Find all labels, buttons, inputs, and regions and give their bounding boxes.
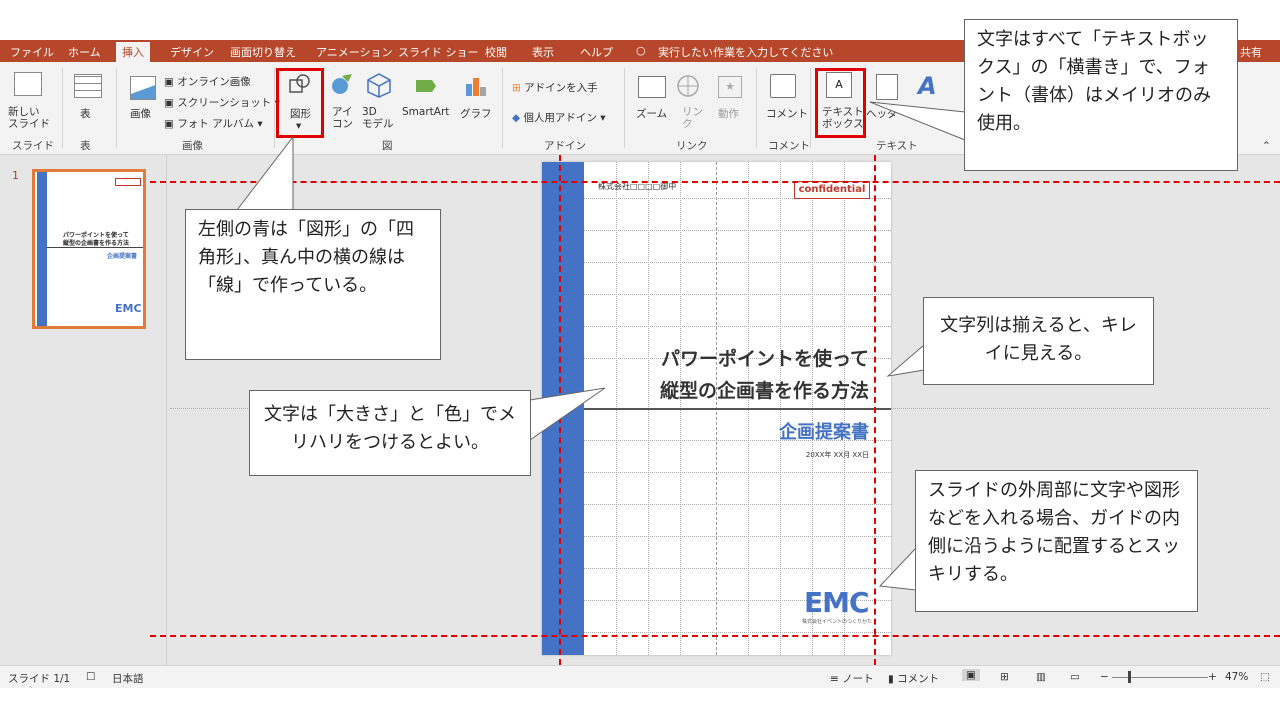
zoom-in-button[interactable]: + (1208, 671, 1217, 683)
spellcheck-icon[interactable]: ☐ (86, 671, 95, 683)
language-indicator[interactable]: 日本語 (112, 671, 144, 686)
slideshow-icon[interactable]: ▭ (1070, 671, 1080, 683)
callout-emphasis-rule: 文字は「大きさ」と「色」でメリハリをつけるとよい。 (249, 390, 531, 476)
normal-view-icon[interactable]: ▣ (962, 669, 980, 681)
zoom-slider-track[interactable] (1112, 677, 1208, 678)
notes-label: ノート (842, 673, 874, 685)
callout-shapes-rule: 左側の青は「図形」の「四角形」、真ん中の横の線は「線」で作っている。 (185, 209, 441, 360)
zoom-out-button[interactable]: − (1100, 671, 1109, 683)
comments-label: コメント (897, 673, 940, 685)
slide-sorter-icon[interactable]: ⊞ (1000, 671, 1009, 683)
notes-button[interactable]: ≡ ノート (830, 671, 874, 686)
slide-count: スライド 1/1 (8, 673, 71, 685)
zoom-slider-thumb[interactable] (1128, 671, 1131, 683)
zoom-level[interactable]: 47% (1225, 671, 1248, 683)
callout-guide-rule: スライドの外周部に文字や図形などを入れる場合、ガイドの内側に沿うように配置すると… (915, 470, 1198, 612)
reading-view-icon[interactable]: ▥ (1036, 671, 1046, 683)
callout-textbox-rule: 文字はすべて「テキストボックス」の「横書き」で、フォント（書体）はメイリオのみ使… (964, 19, 1238, 171)
fit-to-window-icon[interactable]: ⬚ (1260, 671, 1270, 683)
comments-button[interactable]: ▮ コメント (888, 671, 939, 686)
status-bar: スライド 1/1 ☐ 日本語 ≡ ノート ▮ コメント ▣ ⊞ ▥ ▭ − + … (0, 665, 1280, 688)
callout-align-rule: 文字列は揃えると、キレイに見える。 (923, 297, 1154, 385)
